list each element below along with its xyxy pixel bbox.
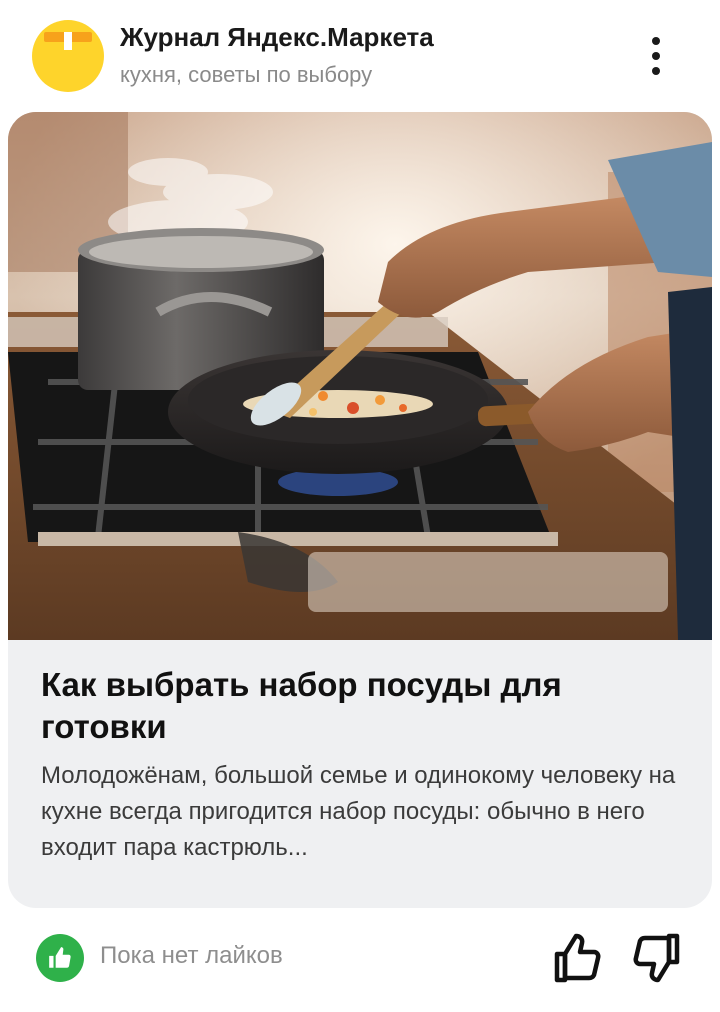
article-card[interactable]: Как выбрать набор посуды для готовки Мол… bbox=[8, 112, 712, 908]
channel-name[interactable]: Журнал Яндекс.Маркета bbox=[120, 22, 434, 53]
reactions-bar: Пока нет лайков bbox=[0, 922, 720, 994]
article-title[interactable]: Как выбрать набор посуды для готовки bbox=[41, 664, 681, 748]
post-header: Журнал Яндекс.Маркета кухня, советы по в… bbox=[0, 0, 720, 112]
article-text: Как выбрать набор посуды для готовки Мол… bbox=[41, 664, 681, 866]
thumbs-down-icon bbox=[633, 933, 680, 983]
thumbs-up-filled-icon bbox=[49, 947, 71, 968]
channel-avatar[interactable] bbox=[32, 20, 104, 92]
more-options-button[interactable] bbox=[636, 34, 676, 78]
article-description: Молодожёнам, большой семье и одинокому ч… bbox=[41, 762, 676, 861]
thumbs-up-icon bbox=[554, 933, 601, 983]
likes-badge bbox=[36, 934, 84, 982]
likes-count-text: Пока нет лайков bbox=[100, 942, 283, 969]
more-vertical-icon bbox=[652, 37, 660, 45]
article-cover-image bbox=[8, 112, 712, 640]
channel-tags: кухня, советы по выбору bbox=[120, 62, 373, 87]
dislike-button[interactable] bbox=[630, 930, 682, 986]
like-button[interactable] bbox=[552, 930, 604, 986]
